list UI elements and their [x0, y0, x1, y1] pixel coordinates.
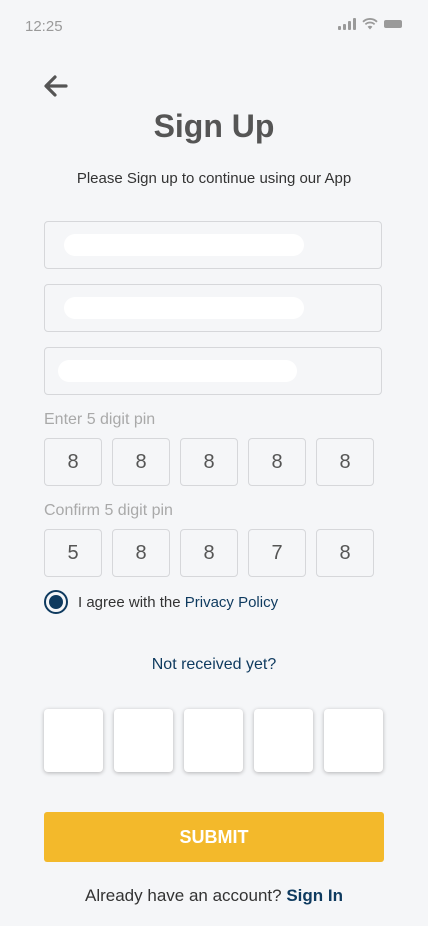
- otp-digit-input[interactable]: [184, 709, 243, 772]
- arrow-left-icon: [44, 75, 68, 97]
- pin-digit-input[interactable]: 8: [112, 438, 170, 486]
- confirm-pin-digit-input[interactable]: 8: [112, 529, 170, 577]
- otp-digit-input[interactable]: [324, 709, 383, 772]
- confirm-pin-digit-input[interactable]: 8: [316, 529, 374, 577]
- agree-label: I agree with the: [78, 593, 181, 611]
- signin-prompt: Already have an account? Sign In: [0, 886, 428, 906]
- status-icons: [338, 18, 402, 30]
- confirm-pin-digit-input[interactable]: 5: [44, 529, 102, 577]
- pin-label: Enter 5 digit pin: [44, 411, 156, 428]
- resend-code-link[interactable]: Not received yet?: [0, 656, 428, 674]
- status-bar: 12:25: [0, 0, 428, 54]
- name-field[interactable]: [44, 221, 382, 269]
- page-title: Sign Up: [153, 108, 275, 144]
- signal-icon: [338, 18, 356, 30]
- submit-button[interactable]: SUBMIT: [44, 812, 384, 862]
- placeholder-pill: [64, 234, 304, 256]
- battery-icon: [384, 20, 402, 28]
- otp-digit-input[interactable]: [114, 709, 173, 772]
- pin-input-row: 8 8 8 8 8: [44, 438, 374, 486]
- pin-digit-input[interactable]: 8: [248, 438, 306, 486]
- radio-checked-dot: [49, 595, 63, 609]
- otp-input-row: [44, 709, 383, 772]
- confirm-pin-digit-input[interactable]: 7: [248, 529, 306, 577]
- phone-field[interactable]: [44, 347, 382, 395]
- placeholder-pill: [64, 297, 304, 319]
- pin-digit-input[interactable]: 8: [44, 438, 102, 486]
- otp-digit-input[interactable]: [254, 709, 313, 772]
- page-subtitle: Please Sign up to continue using our App: [76, 170, 352, 187]
- back-button[interactable]: [42, 72, 70, 100]
- status-time: 12:25: [25, 18, 63, 35]
- pin-digit-input[interactable]: 8: [180, 438, 238, 486]
- placeholder-pill: [58, 360, 297, 382]
- agree-text: I agree with the Privacy Policy: [78, 594, 278, 611]
- sign-in-link[interactable]: Sign In: [286, 886, 343, 905]
- privacy-agreement: I agree with the Privacy Policy: [44, 590, 278, 614]
- otp-digit-input[interactable]: [44, 709, 103, 772]
- privacy-policy-link[interactable]: Privacy Policy: [185, 594, 278, 611]
- agree-radio[interactable]: [44, 590, 68, 614]
- confirm-pin-label: Confirm 5 digit pin: [44, 502, 173, 519]
- signin-prompt-text: Already have an account?: [85, 886, 282, 905]
- pin-digit-input[interactable]: 8: [316, 438, 374, 486]
- wifi-icon: [362, 18, 378, 30]
- email-field[interactable]: [44, 284, 382, 332]
- confirm-pin-input-row: 5 8 8 7 8: [44, 529, 374, 577]
- confirm-pin-digit-input[interactable]: 8: [180, 529, 238, 577]
